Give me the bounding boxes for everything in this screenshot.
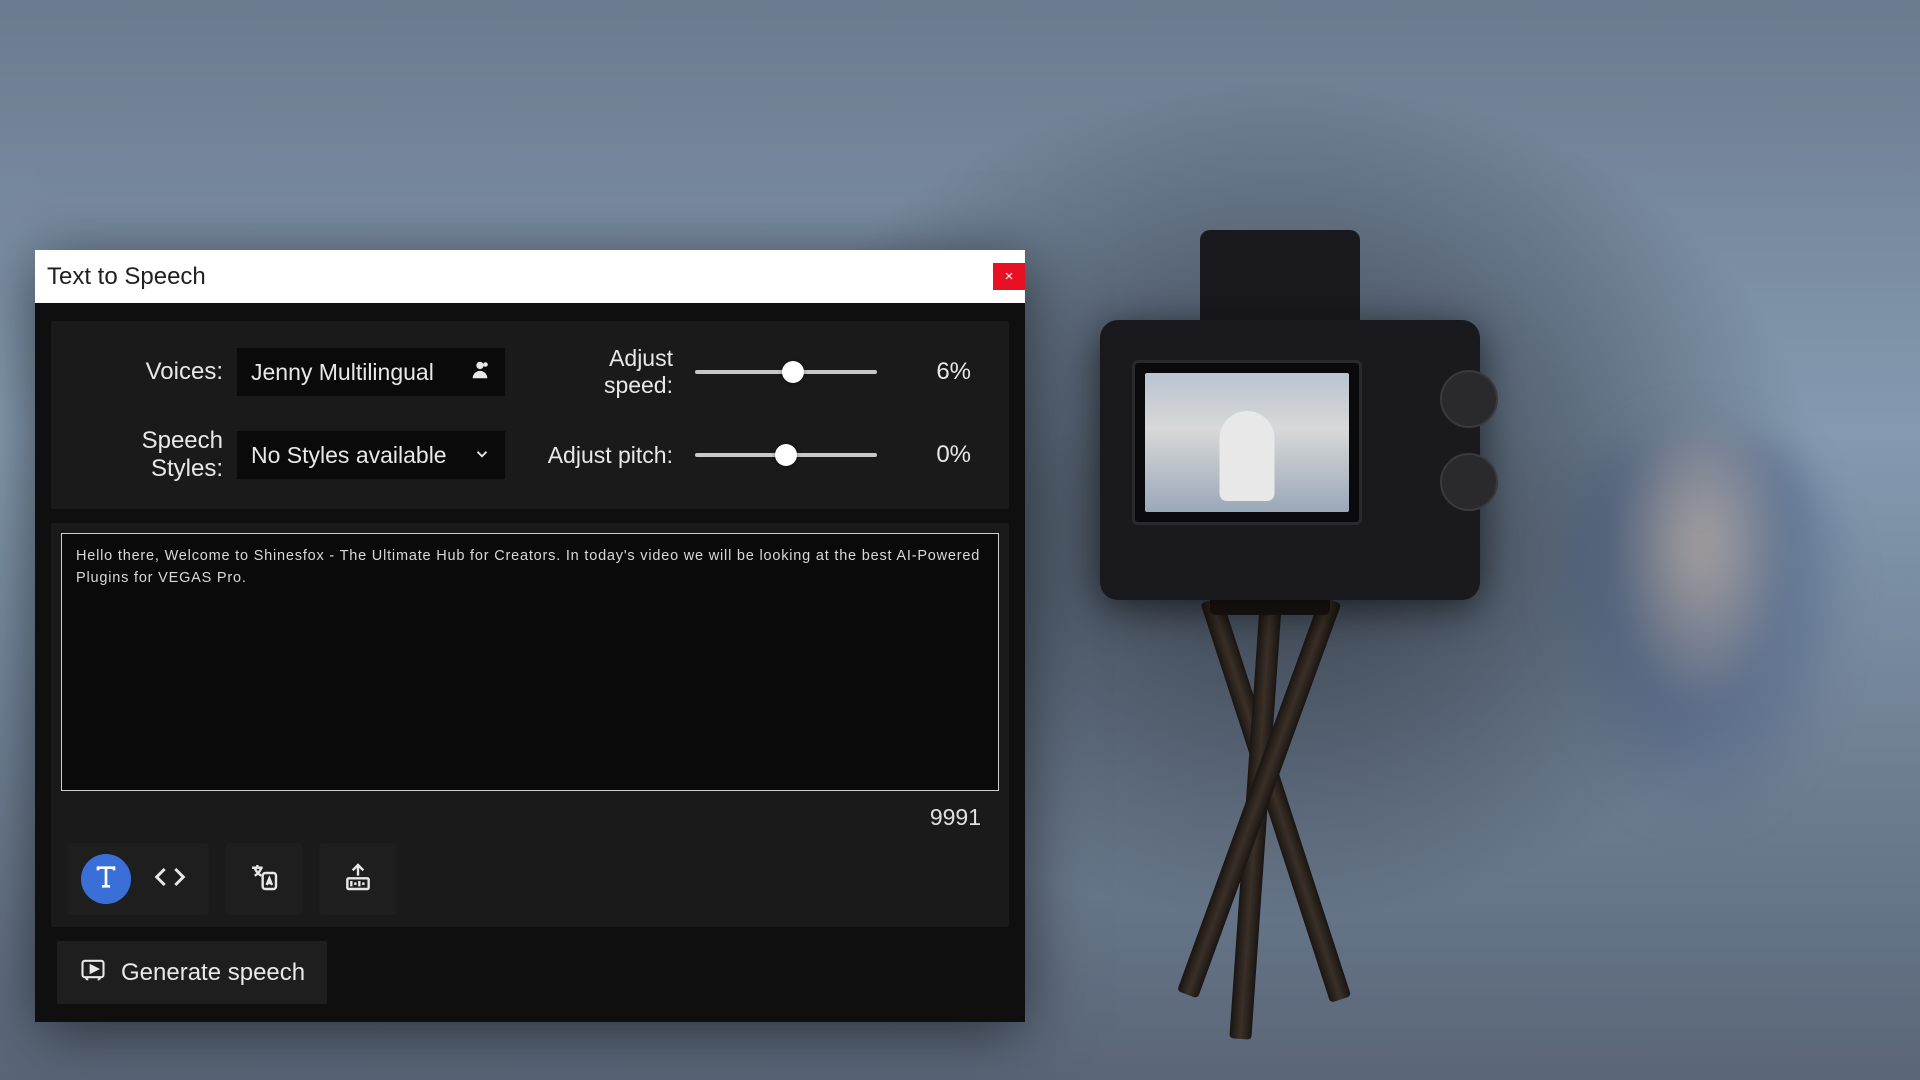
speed-value: 6% bbox=[915, 358, 971, 386]
titlebar[interactable]: Text to Speech × bbox=[35, 250, 1025, 303]
generate-speech-button[interactable]: Generate speech bbox=[57, 941, 327, 1004]
export-audio-button[interactable] bbox=[333, 854, 383, 904]
generate-row: Generate speech bbox=[51, 927, 1009, 1008]
speech-text-input[interactable] bbox=[61, 533, 999, 791]
translate-group bbox=[225, 843, 303, 915]
styles-label: Speech Styles: bbox=[77, 427, 237, 483]
character-count: 9991 bbox=[61, 796, 999, 835]
text-panel: 9991 bbox=[51, 523, 1009, 927]
pitch-value: 0% bbox=[915, 441, 971, 469]
dialog-body: Voices: Jenny Multilingual Adjust speed:… bbox=[35, 303, 1025, 1022]
pitch-label: Adjust pitch: bbox=[545, 442, 695, 469]
tools-row bbox=[61, 835, 999, 917]
chevron-down-icon bbox=[473, 445, 491, 466]
pitch-thumb[interactable] bbox=[775, 444, 797, 466]
voices-label: Voices: bbox=[77, 358, 237, 386]
text-to-speech-dialog: Text to Speech × Voices: Jenny Multiling… bbox=[35, 250, 1025, 1022]
ssml-mode-button[interactable] bbox=[145, 854, 195, 904]
mode-toggle-group bbox=[67, 843, 209, 915]
text-icon bbox=[90, 861, 122, 898]
controls-panel: Voices: Jenny Multilingual Adjust speed:… bbox=[51, 321, 1009, 509]
speed-slider[interactable] bbox=[695, 370, 877, 374]
generate-label: Generate speech bbox=[121, 959, 305, 987]
styles-value: No Styles available bbox=[251, 442, 447, 469]
camera-prop bbox=[1060, 220, 1540, 800]
export-group bbox=[319, 843, 397, 915]
upload-audio-icon bbox=[342, 861, 374, 898]
dialog-title: Text to Speech bbox=[47, 263, 206, 291]
close-icon: × bbox=[1005, 268, 1014, 285]
close-button[interactable]: × bbox=[993, 263, 1025, 290]
translate-button[interactable] bbox=[239, 854, 289, 904]
play-speech-icon bbox=[79, 955, 107, 990]
speed-thumb[interactable] bbox=[782, 361, 804, 383]
styles-select[interactable]: No Styles available bbox=[237, 431, 505, 479]
voices-select[interactable]: Jenny Multilingual bbox=[237, 348, 505, 396]
text-mode-button[interactable] bbox=[81, 854, 131, 904]
code-icon bbox=[154, 861, 186, 898]
background-person bbox=[1540, 420, 1860, 840]
speed-label: Adjust speed: bbox=[545, 345, 695, 399]
pitch-slider[interactable] bbox=[695, 453, 877, 457]
voices-value: Jenny Multilingual bbox=[251, 359, 434, 386]
translate-icon bbox=[248, 861, 280, 898]
voice-person-icon bbox=[469, 359, 491, 386]
